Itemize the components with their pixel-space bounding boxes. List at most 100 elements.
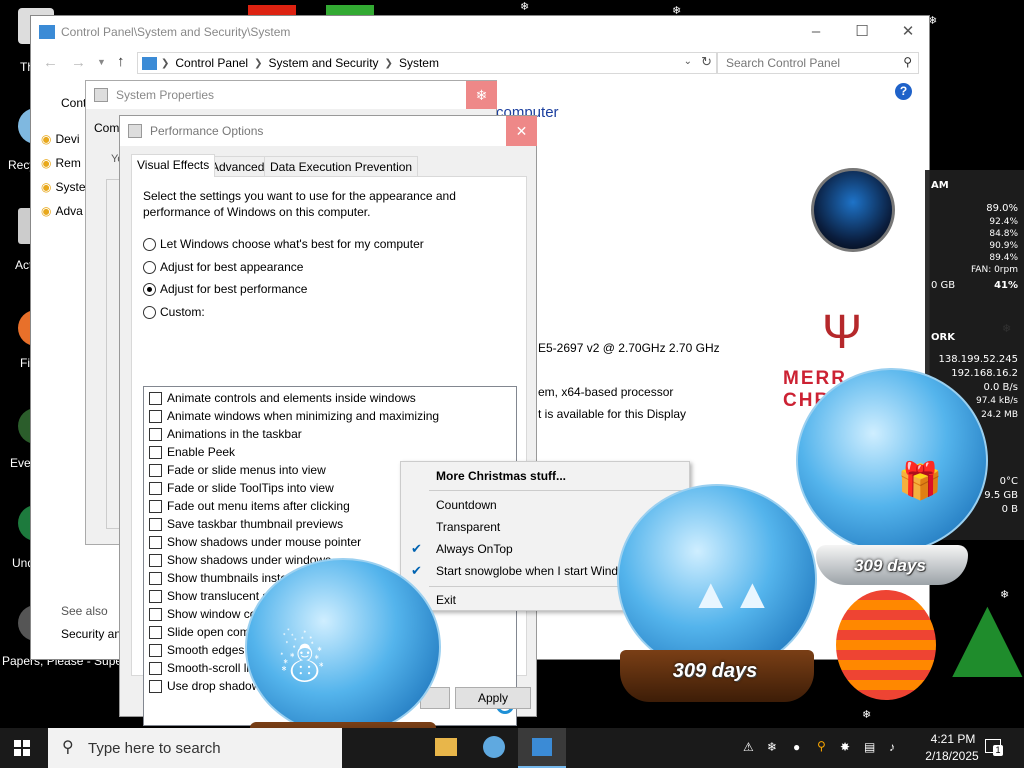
checkbox[interactable]: [149, 643, 162, 657]
checkbox[interactable]: [149, 625, 162, 639]
list-item[interactable]: Use drop shadow: [149, 677, 260, 695]
forward-arrow-icon[interactable]: →: [71, 54, 86, 71]
maximize-button[interactable]: ☐: [839, 16, 885, 47]
checkbox[interactable]: [149, 499, 162, 513]
list-item[interactable]: Show shadows under mouse pointer: [149, 533, 361, 551]
net-rate: 97.4 kB/s: [975, 396, 1018, 406]
list-item[interactable]: Fade out menu items after clicking: [149, 497, 350, 515]
breadcrumb-control-panel[interactable]: Control Panel: [169, 56, 254, 70]
radio-best-performance[interactable]: Adjust for best performance: [143, 282, 307, 296]
back-arrow-icon[interactable]: ←: [43, 54, 58, 71]
performance-options-close-button[interactable]: ✕: [506, 116, 537, 146]
local-ip: 192.168.16.2: [951, 368, 1018, 379]
network-label: ORK: [931, 332, 955, 343]
windows-start-icon[interactable]: [14, 740, 30, 756]
breadcrumb-system-security[interactable]: System and Security: [263, 56, 385, 70]
control-panel-search-input[interactable]: Search Control Panel ⚲: [717, 52, 919, 74]
checkbox[interactable]: [149, 607, 162, 621]
minimize-button[interactable]: –: [793, 16, 839, 47]
list-item[interactable]: Animations in the taskbar: [149, 425, 302, 443]
clock-time[interactable]: 4:21 PM: [918, 732, 988, 746]
radio-custom[interactable]: Custom:: [143, 305, 205, 319]
checkbox[interactable]: [149, 445, 162, 459]
tray-alert-icon[interactable]: ⚠: [743, 740, 754, 754]
system-properties-tab[interactable]: Com: [94, 121, 119, 135]
system-properties-titlebar[interactable]: System Properties: [86, 81, 496, 109]
help-icon[interactable]: ?: [895, 83, 912, 100]
checkbox[interactable]: [149, 535, 162, 549]
shield-icon: ◉: [41, 156, 52, 170]
list-item[interactable]: Fade or slide menus into view: [149, 461, 326, 479]
ram-value: 89.0%: [986, 203, 1018, 214]
snowglobe-right[interactable]: [796, 368, 988, 553]
checkbox[interactable]: [149, 391, 162, 405]
disk-percent: 41%: [994, 280, 1018, 291]
taskbar-app-strip: [170, 0, 430, 17]
taskbar-search-input[interactable]: ⚲ Type here to search: [48, 728, 342, 768]
address-bar[interactable]: ❯ Control Panel ❯ System and Security ❯ …: [137, 52, 717, 74]
checkbox[interactable]: [149, 679, 162, 693]
sidebar-link-device-manager[interactable]: ◉ Devi: [41, 132, 80, 146]
recent-dropdown-icon[interactable]: ▼: [97, 57, 106, 67]
breadcrumb-system[interactable]: System: [393, 56, 445, 70]
checkbox[interactable]: [149, 517, 162, 531]
menu-item-transparent[interactable]: Transparent: [436, 520, 500, 534]
network-icon[interactable]: ▤: [864, 740, 875, 754]
list-item[interactable]: Fade or slide ToolTips into view: [149, 479, 334, 497]
list-item[interactable]: Animate windows when minimizing and maxi…: [149, 407, 439, 425]
radio-let-windows-choose[interactable]: Let Windows choose what's best for my co…: [143, 237, 424, 251]
list-item[interactable]: Enable Peek: [149, 443, 235, 461]
shield-icon: ◉: [41, 204, 52, 218]
menu-item-countdown[interactable]: Countdown: [436, 498, 497, 512]
navigation-bar: ← → ▼ ↑ ❯ Control Panel ❯ System and Sec…: [31, 52, 931, 78]
fan-value: FAN: 0rpm: [970, 265, 1018, 275]
tab-visual-effects[interactable]: Visual Effects: [131, 154, 216, 177]
chevron-down-icon[interactable]: ⌄: [684, 56, 692, 67]
checkbox[interactable]: [149, 427, 162, 441]
volume-icon[interactable]: ♪: [889, 740, 895, 754]
apply-button[interactable]: Apply: [455, 687, 531, 709]
system-properties-close-button[interactable]: ❄: [466, 81, 497, 109]
tab-data-execution-prevention[interactable]: Data Execution Prevention: [264, 156, 419, 176]
candy-swirl-decoration: [836, 590, 936, 700]
see-also-security-link[interactable]: Security and: [61, 627, 128, 641]
menu-item-always-ontop[interactable]: Always OnTop: [436, 542, 513, 556]
shield-icon: ◉: [41, 132, 52, 146]
checkbox[interactable]: [149, 553, 162, 567]
snowglobe-small[interactable]: [245, 558, 441, 736]
temperature-value: 0°C: [999, 476, 1018, 487]
checkbox[interactable]: [149, 409, 162, 423]
radio-best-appearance[interactable]: Adjust for best appearance: [143, 260, 303, 274]
control-panel-home-link[interactable]: Cont: [61, 96, 86, 110]
tray-snowflake-icon[interactable]: ❄: [767, 740, 777, 754]
checkbox[interactable]: [149, 463, 162, 477]
up-arrow-icon[interactable]: ↑: [117, 53, 125, 70]
close-button[interactable]: ✕: [885, 16, 931, 47]
tray-snowflake-icon[interactable]: ✸: [840, 740, 850, 754]
checkmark-icon: ✔: [411, 563, 422, 578]
sidebar-link-system-protection[interactable]: ◉ Syste: [41, 180, 86, 194]
sidebar-link-remote[interactable]: ◉ Rem: [41, 156, 81, 170]
list-item[interactable]: Save taskbar thumbnail previews: [149, 515, 343, 533]
checkbox[interactable]: [149, 589, 162, 603]
clock-date[interactable]: 2/18/2025: [914, 749, 990, 763]
checkbox[interactable]: [149, 481, 162, 495]
menu-item-more-christmas[interactable]: More Christmas stuff...: [436, 469, 566, 483]
windows-logo-orb: [811, 168, 895, 252]
menu-item-start-with-windows[interactable]: Start snowglobe when I start Windows: [436, 564, 639, 578]
tray-water-drop-icon[interactable]: ●: [793, 740, 800, 754]
menu-item-exit[interactable]: Exit: [436, 593, 456, 607]
checkbox[interactable]: [149, 661, 162, 675]
address-control-panel-icon: [142, 56, 157, 70]
list-item[interactable]: Animate controls and elements inside win…: [149, 389, 416, 407]
performance-options-titlebar[interactable]: Performance Options: [120, 116, 536, 146]
ram-label: AM: [931, 180, 949, 191]
tray-search-icon[interactable]: ⚲: [817, 739, 826, 753]
refresh-icon[interactable]: ↻: [701, 54, 712, 70]
taskbar-app-control-panel[interactable]: [518, 728, 566, 768]
taskbar-app-folder-icon[interactable]: [435, 738, 457, 756]
list-item[interactable]: Smooth-scroll list: [149, 659, 258, 677]
sidebar-link-advanced[interactable]: ◉ Adva: [41, 204, 83, 218]
taskbar-app-globe-icon[interactable]: [483, 736, 505, 758]
checkbox[interactable]: [149, 571, 162, 585]
